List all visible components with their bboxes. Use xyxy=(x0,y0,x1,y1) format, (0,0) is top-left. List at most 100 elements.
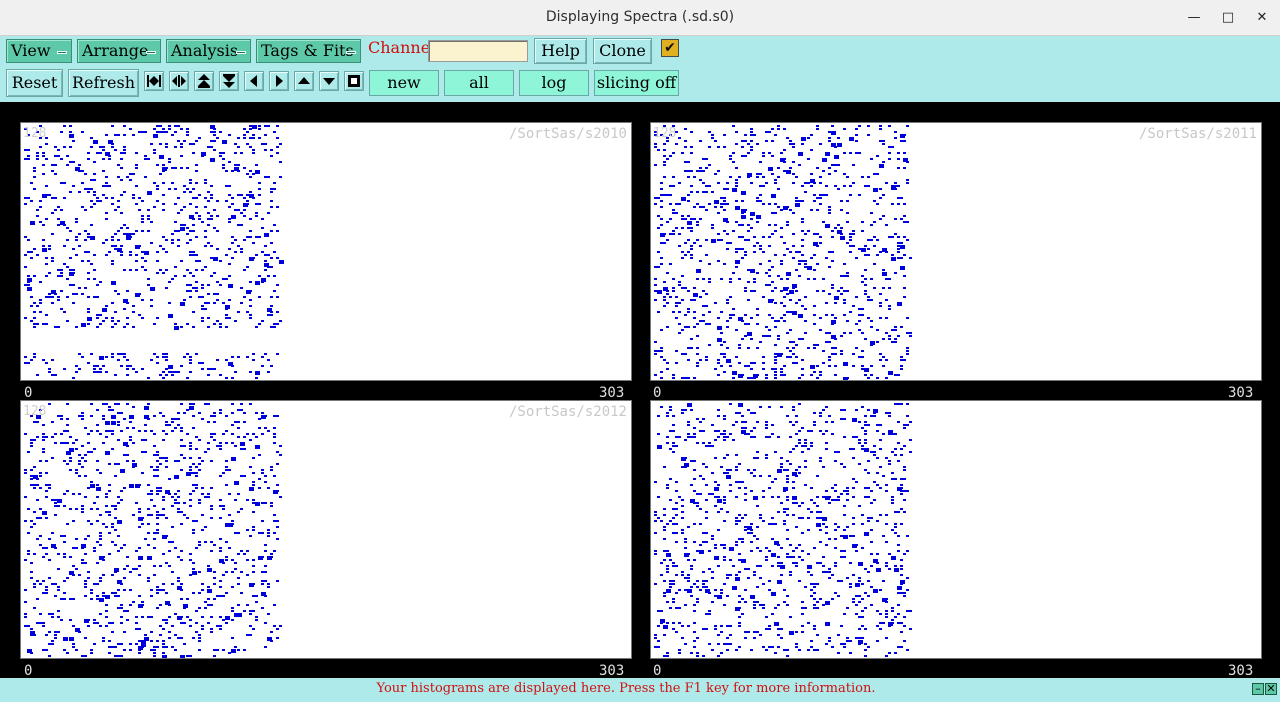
histogram-cell xyxy=(225,278,228,280)
histogram-cell xyxy=(906,535,909,537)
spectrum-pane-2[interactable]: 128 /SortSas/s2011 xyxy=(650,122,1262,381)
expand-down-icon[interactable] xyxy=(219,71,239,91)
histogram-cell xyxy=(906,332,909,334)
spectrum-canvas[interactable]: 128 /SortSas/s2010 0 303 128 /SortSas/s2… xyxy=(0,102,1280,679)
close-icon[interactable]: ✕ xyxy=(1251,8,1273,28)
histogram-cell xyxy=(225,314,228,316)
histogram-cell xyxy=(735,167,738,169)
histogram-cell xyxy=(99,314,102,316)
histogram-cell xyxy=(210,257,213,259)
histogram-cell xyxy=(777,511,780,513)
histogram-cell xyxy=(900,559,903,561)
close-icon[interactable]: ✕ xyxy=(1265,683,1277,695)
histogram-cell xyxy=(750,368,753,370)
histogram-cell xyxy=(156,451,159,453)
histogram-cell xyxy=(219,374,222,376)
histogram-cell xyxy=(696,170,699,172)
histogram-cell xyxy=(774,353,777,355)
expand-up-icon[interactable] xyxy=(194,71,214,91)
histogram-cell xyxy=(708,185,711,187)
histogram-cell xyxy=(762,296,765,298)
histogram-cell xyxy=(744,529,747,531)
histogram-cell xyxy=(879,514,882,516)
histogram-cell xyxy=(150,649,153,651)
histogram-cell xyxy=(96,562,99,564)
stop-icon[interactable] xyxy=(344,71,364,91)
histogram-cell xyxy=(174,230,177,232)
slicing-button[interactable]: slicing off xyxy=(594,70,679,96)
histogram-cell xyxy=(24,356,27,358)
histogram-cell xyxy=(819,415,822,417)
histogram-cell xyxy=(801,143,804,145)
histogram-cell xyxy=(792,353,795,355)
histogram-cell xyxy=(276,125,279,127)
histogram-cell xyxy=(36,580,39,582)
histogram-cell xyxy=(696,652,699,654)
histogram-cell xyxy=(711,601,714,603)
histogram-cell xyxy=(903,215,906,217)
check-icon[interactable]: ✔ xyxy=(661,39,679,57)
histogram-cell xyxy=(909,335,912,337)
help-button[interactable]: Help xyxy=(534,38,587,64)
spectrum-pane-3[interactable]: 128 /SortSas/s2012 xyxy=(20,400,632,659)
left-icon[interactable] xyxy=(244,71,264,91)
histogram-cell xyxy=(267,583,270,585)
maximize-icon[interactable]: □ xyxy=(1217,8,1239,28)
histogram-cell xyxy=(705,293,708,295)
histogram-cell xyxy=(852,305,855,307)
histogram-cell xyxy=(237,209,240,211)
up-icon[interactable] xyxy=(294,71,314,91)
histogram-cell xyxy=(117,164,120,166)
histogram-cell xyxy=(267,586,270,588)
histogram-cell xyxy=(765,140,768,142)
menu-arrange[interactable]: Arrange xyxy=(77,39,161,63)
first-icon[interactable] xyxy=(144,71,164,91)
histogram-cell xyxy=(672,311,675,313)
histogram-cell xyxy=(249,137,252,139)
histogram-cell xyxy=(210,616,213,618)
histogram-cell xyxy=(270,242,273,244)
histogram-cell xyxy=(198,502,201,504)
menu-tags-fits[interactable]: Tags & Fits xyxy=(256,39,361,63)
histogram-cell xyxy=(684,380,687,381)
histogram-cell xyxy=(162,646,165,648)
histogram-cell xyxy=(162,209,165,211)
histogram-cell xyxy=(744,134,747,136)
histogram-cell xyxy=(864,290,867,292)
histogram-cell xyxy=(105,451,110,455)
histogram-cell xyxy=(165,466,168,468)
histogram-cell xyxy=(231,215,236,219)
minimize-icon[interactable]: — xyxy=(1183,8,1205,28)
log-button[interactable]: log xyxy=(519,70,589,96)
all-button[interactable]: all xyxy=(444,70,514,96)
histogram-cell xyxy=(798,556,801,558)
refresh-button[interactable]: Refresh xyxy=(68,69,139,97)
spectrum-pane-4[interactable] xyxy=(650,400,1262,659)
histogram-cell xyxy=(906,221,909,223)
new-button[interactable]: new xyxy=(369,70,439,96)
down-icon[interactable] xyxy=(319,71,339,91)
reset-button[interactable]: Reset xyxy=(6,69,63,97)
histogram-cell xyxy=(786,655,789,657)
histogram-cell xyxy=(162,128,165,130)
histogram-cell xyxy=(756,631,759,633)
spectrum-pane-1[interactable]: 128 /SortSas/s2010 xyxy=(20,122,632,381)
minimize-icon[interactable]: – xyxy=(1252,683,1264,695)
histogram-cell xyxy=(735,412,738,414)
histogram-cell xyxy=(891,433,894,435)
histogram-cell xyxy=(279,176,282,178)
clone-button[interactable]: Clone xyxy=(593,38,652,64)
histogram-cell xyxy=(837,451,840,453)
menu-analysis[interactable]: Analysis xyxy=(166,39,251,63)
histogram-cell xyxy=(222,574,225,576)
channel-input[interactable] xyxy=(428,40,528,62)
histogram-cell xyxy=(162,203,165,205)
histogram-cell xyxy=(852,496,855,498)
expand-horizontal-icon[interactable] xyxy=(169,71,189,91)
histogram-cell xyxy=(867,487,870,489)
right-icon[interactable] xyxy=(269,71,289,91)
histogram-cell xyxy=(657,610,660,612)
histogram-cell xyxy=(696,598,699,600)
menu-view[interactable]: View xyxy=(6,39,72,63)
histogram-cell xyxy=(843,613,846,615)
